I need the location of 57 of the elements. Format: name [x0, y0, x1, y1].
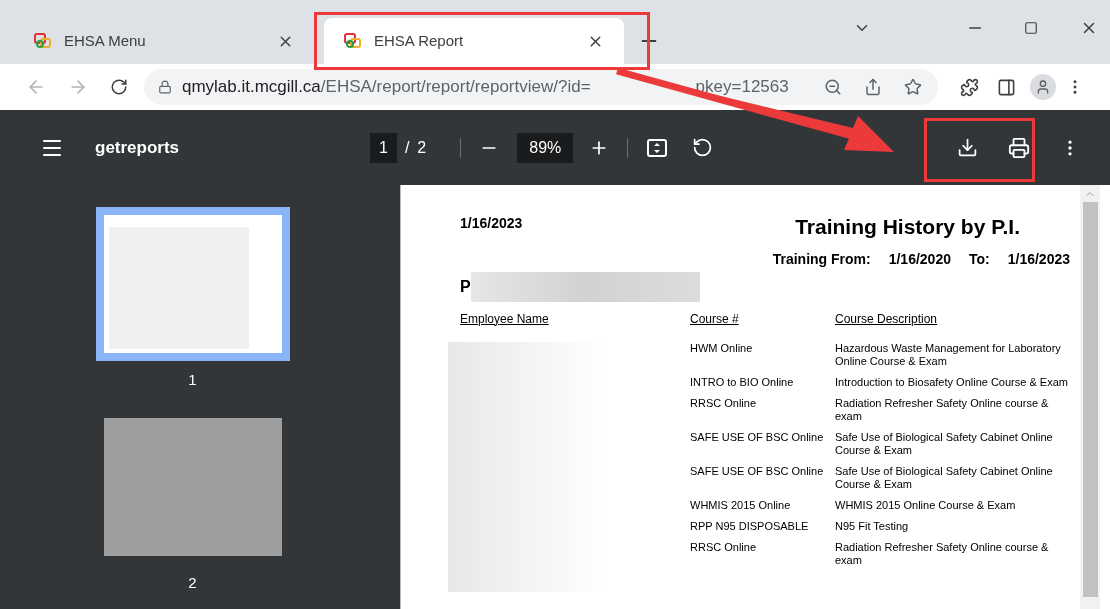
print-icon[interactable]	[1008, 136, 1030, 159]
fit-page-icon[interactable]	[646, 136, 669, 159]
course-code: WHMIS 2015 Online	[690, 498, 791, 511]
zoom-level-field[interactable]: 89%	[517, 132, 574, 163]
range-to-label: To:	[968, 249, 990, 269]
course-code: INTRO to BIO Online	[690, 375, 794, 388]
page-label: 1	[188, 370, 197, 390]
course-description: Hazardous Waste Management for Laboratory Online Course & Exam	[835, 341, 1062, 368]
pi-name-initial: P	[460, 276, 471, 297]
browser-tab[interactable]: EHSA Menu	[14, 18, 314, 64]
share-icon[interactable]	[864, 78, 883, 96]
lock-icon	[157, 80, 172, 94]
tab-title: EHSA Menu	[64, 30, 147, 51]
browser-tab[interactable]: EHSA Report	[324, 18, 624, 64]
course-description: Radiation Refresher Safety Online course & exam	[835, 396, 1050, 423]
range-from: 1/16/2020	[888, 249, 951, 269]
report-date: 1/16/2023	[460, 214, 523, 233]
column-header: Course Description	[835, 310, 938, 328]
course-description: Introduction to Biosafety Online Course & Exam	[835, 375, 1069, 389]
profile-avatar[interactable]	[1030, 74, 1057, 100]
course-description: Safe Use of Biological Safety Cabinet Online Course & Exam	[835, 430, 1054, 457]
course-code: SAFE USE OF BSC Online	[690, 430, 824, 443]
document-title: getreports	[95, 136, 181, 159]
range-to: 1/16/2023	[1007, 249, 1070, 269]
page-number-field[interactable]: 1	[370, 132, 397, 163]
range-label: Training From:	[772, 249, 871, 269]
course-code: SAFE USE OF BSC Online	[690, 464, 824, 477]
course-code: HWM Online	[690, 341, 753, 354]
bookmark-star-icon[interactable]	[904, 78, 923, 96]
course-code: RRSC Online	[690, 396, 757, 409]
maximize-icon[interactable]	[1024, 21, 1038, 35]
zoom-icon[interactable]	[824, 78, 843, 96]
column-header: Course #	[690, 310, 740, 328]
tab-title: EHSA Report	[374, 30, 465, 51]
reload-icon[interactable]	[109, 78, 128, 96]
side-panel-icon[interactable]	[997, 77, 1017, 97]
course-description: N95 Fit Testing	[835, 519, 910, 533]
download-icon[interactable]	[957, 137, 978, 158]
url-text: pkey=12563	[695, 76, 790, 99]
course-description: Safe Use of Biological Safety Cabinet Online Course & Exam	[835, 464, 1054, 491]
course-code: RRSC Online	[690, 540, 757, 553]
url-text: qmylab.it.mcgill.ca/EHSA/report/report/reportview/?id=	[181, 76, 591, 99]
column-header: Employee Name	[460, 310, 550, 328]
page-separator: /	[404, 137, 410, 158]
page-label: 2	[188, 572, 197, 593]
rotate-icon[interactable]	[692, 137, 714, 158]
extensions-icon[interactable]	[960, 77, 980, 97]
app-logo-icon	[344, 33, 362, 49]
address-field[interactable]: qmylab.it.mcgill.ca/EHSA/report/report/reportview/?id= pkey=12563	[143, 69, 939, 105]
course-description: Radiation Refresher Safety Online course & exam	[835, 540, 1050, 567]
scrollbar-thumb[interactable]	[1082, 202, 1098, 597]
page-thumbnail[interactable]	[95, 207, 290, 361]
report-title: Training History by P.I.	[795, 214, 1020, 240]
course-description: WHMIS 2015 Online Course & Exam	[835, 498, 1017, 512]
page-count: 2	[417, 137, 427, 158]
app-logo-icon	[34, 33, 52, 49]
course-code: RPP N95 DISPOSABLE	[690, 519, 809, 532]
